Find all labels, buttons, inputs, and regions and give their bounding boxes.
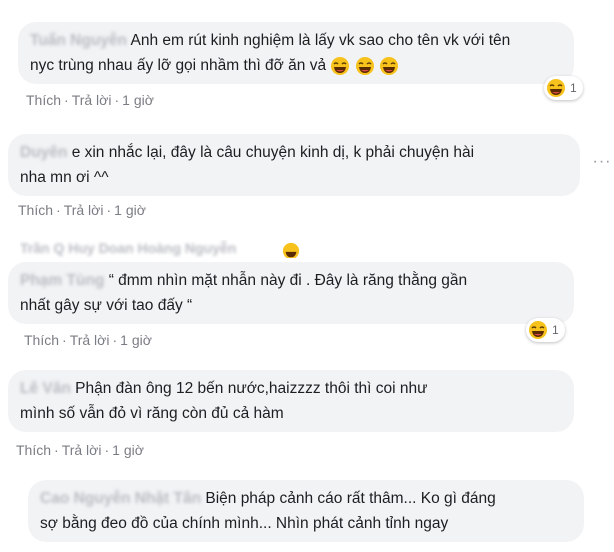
like-link[interactable]: Thích <box>16 442 51 458</box>
comment-time[interactable]: 1 giờ <box>120 332 152 348</box>
comment-bubble-5: Lê Văn Phận đàn ông 12 bến nước,haizzzz … <box>8 370 574 432</box>
comment-author-5[interactable]: Lê Văn <box>20 380 71 397</box>
like-link[interactable]: Thích <box>24 332 59 348</box>
comment-text-1-line1: Anh em rút kinh nghiệm là lấy vk sao cho… <box>130 32 511 49</box>
comment-text-6-line2: sợ bằng đeo đồ của chính mình... Nhìn ph… <box>40 515 449 532</box>
comment-text-2-line1: e xin nhắc lại, đây là câu chuyện kinh d… <box>71 144 475 161</box>
comment-text-2-line2: nha mn ơi ^^ <box>20 169 109 186</box>
like-link[interactable]: Thích <box>18 202 53 218</box>
comment-actions-5: Thích · Trả lời · 1 giờ <box>16 442 144 458</box>
comment-text-5-line1: Phận đàn ông 12 bến nước,haizzzz thôi th… <box>75 380 428 397</box>
laughing-face-icon <box>547 79 565 97</box>
comment-bubble-6: Cao Nguyễn Nhật Tân Biện pháp cảnh cáo r… <box>28 480 584 542</box>
comment-author-4[interactable]: Phạm Tùng <box>20 272 104 289</box>
like-link[interactable]: Thích <box>26 92 61 108</box>
comment-actions-2: Thích · Trả lời · 1 giờ <box>18 202 146 218</box>
reply-link[interactable]: Trả lời <box>62 442 102 458</box>
reaction-count-1: 1 <box>570 81 577 95</box>
reaction-count-4: 1 <box>552 323 559 337</box>
comment-bubble-2: Duyên e xin nhắc lại, đây là câu chuyện … <box>8 134 580 196</box>
reaction-badge-4[interactable]: 1 <box>526 318 565 342</box>
comment-actions-4: Thích · Trả lời · 1 giờ <box>24 332 152 348</box>
comment-actions-1: Thích · Trả lời · 1 giờ <box>26 92 154 108</box>
laughing-emoji-icon <box>355 56 379 75</box>
comment-author-2[interactable]: Duyên <box>20 144 67 161</box>
comment-text-1-line2: nyc trùng nhau ấy lỡ gọi nhầm thì đỡ ăn … <box>30 57 327 74</box>
comment-time[interactable]: 1 giờ <box>114 202 146 218</box>
reaction-badge-1[interactable]: 1 <box>544 76 583 100</box>
laughing-emoji-icon <box>282 242 300 258</box>
comment-text-6-line1: Biện pháp cảnh cáo rất thâm... Ko gì đán… <box>205 490 496 507</box>
comment-author-1[interactable]: Tuấn Nguyễn <box>30 32 127 49</box>
laughing-emoji-icon <box>330 56 354 75</box>
comment-text-4-line1: “ đmm nhìn mặt nhẫn này đi . Đây là răng… <box>108 272 468 289</box>
more-options-icon[interactable]: ··· <box>592 152 612 172</box>
reply-link[interactable]: Trả lời <box>64 202 104 218</box>
comment-author-3[interactable]: Trần Q Huy Doan Hoàng Nguyễn <box>20 240 236 256</box>
reply-link[interactable]: Trả lời <box>70 332 110 348</box>
comment-text-4-line2: nhất gây sự với tao đấy “ <box>20 297 193 314</box>
comment-bubble-1: Tuấn Nguyễn Anh em rút kinh nghiệm là lấ… <box>18 22 574 84</box>
comment-text-5-line2: mình số vẫn đỏ vì răng còn đủ cả hàm <box>20 405 284 422</box>
laughing-face-icon <box>529 321 547 339</box>
comment-author-6[interactable]: Cao Nguyễn Nhật Tân <box>40 490 201 507</box>
comment-time[interactable]: 1 giờ <box>112 442 144 458</box>
comment-time[interactable]: 1 giờ <box>122 92 154 108</box>
partial-comment-author: Trần Q Huy Doan Hoàng Nguyễn <box>20 240 320 258</box>
reply-link[interactable]: Trả lời <box>72 92 112 108</box>
comment-bubble-4: Phạm Tùng “ đmm nhìn mặt nhẫn này đi . Đ… <box>8 262 574 324</box>
laughing-emoji-icon <box>379 56 399 75</box>
